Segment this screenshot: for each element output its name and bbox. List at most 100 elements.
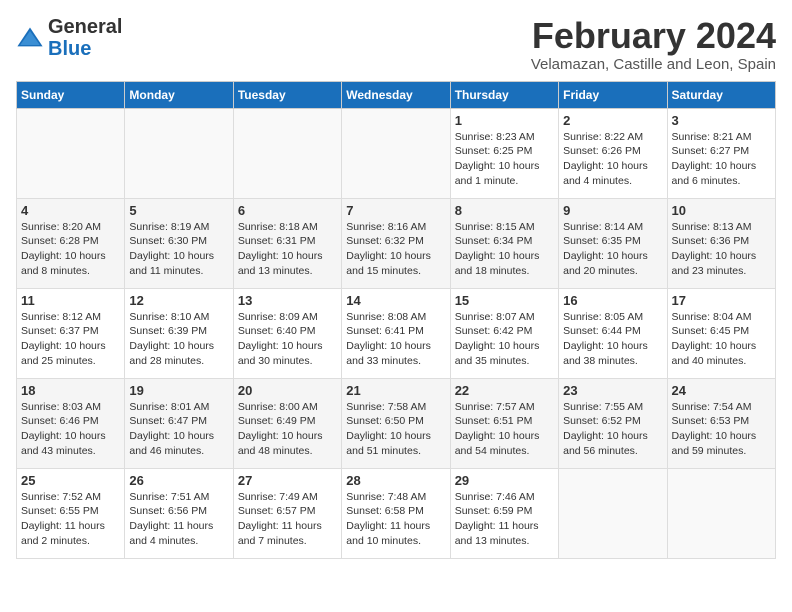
day-number: 10 [672,203,771,218]
day-info: Sunrise: 8:03 AM Sunset: 6:46 PM Dayligh… [21,400,120,459]
logo-icon [16,24,44,52]
day-info: Sunrise: 7:46 AM Sunset: 6:59 PM Dayligh… [455,490,554,549]
day-number: 16 [563,293,662,308]
day-info: Sunrise: 8:10 AM Sunset: 6:39 PM Dayligh… [129,310,228,369]
day-info: Sunrise: 7:52 AM Sunset: 6:55 PM Dayligh… [21,490,120,549]
calendar-cell: 10 Sunrise: 8:13 AM Sunset: 6:36 PM Dayli… [667,198,775,288]
calendar-cell: 5 Sunrise: 8:19 AM Sunset: 6:30 PM Daylig… [125,198,233,288]
calendar-cell: 22Sunrise: 7:57 AM Sunset: 6:51 PM Dayli… [450,378,558,468]
calendar-cell: 3 Sunrise: 8:21 AM Sunset: 6:27 PM Daylig… [667,108,775,198]
calendar-cell: 24 Sunrise: 7:54 AM Sunset: 6:53 PM Dayli… [667,378,775,468]
day-info: Sunrise: 7:55 AM Sunset: 6:52 PM Dayligh… [563,400,662,459]
day-info: Sunrise: 8:08 AM Sunset: 6:41 PM Dayligh… [346,310,445,369]
day-number: 9 [563,203,662,218]
weekday-header-wednesday: Wednesday [342,81,450,108]
day-info: Sunrise: 8:20 AM Sunset: 6:28 PM Dayligh… [21,220,120,279]
calendar-cell: 25 Sunrise: 7:52 AM Sunset: 6:55 PM Dayli… [17,468,125,558]
calendar-cell: 6 Sunrise: 8:18 AM Sunset: 6:31 PM Daylig… [233,198,341,288]
day-number: 26 [129,473,228,488]
day-info: Sunrise: 8:15 AM Sunset: 6:34 PM Dayligh… [455,220,554,279]
calendar-cell [667,468,775,558]
day-number: 27 [238,473,337,488]
day-info: Sunrise: 8:23 AM Sunset: 6:25 PM Dayligh… [455,130,554,189]
weekday-header-tuesday: Tuesday [233,81,341,108]
day-number: 15 [455,293,554,308]
calendar-cell: 23 Sunrise: 7:55 AM Sunset: 6:52 PM Dayli… [559,378,667,468]
calendar-cell: 14Sunrise: 8:08 AM Sunset: 6:41 PM Dayli… [342,288,450,378]
day-number: 17 [672,293,771,308]
calendar-cell [559,468,667,558]
calendar-cell: 19 Sunrise: 8:01 AM Sunset: 6:47 PM Dayli… [125,378,233,468]
day-number: 20 [238,383,337,398]
day-info: Sunrise: 8:21 AM Sunset: 6:27 PM Dayligh… [672,130,771,189]
day-info: Sunrise: 7:51 AM Sunset: 6:56 PM Dayligh… [129,490,228,549]
day-info: Sunrise: 8:07 AM Sunset: 6:42 PM Dayligh… [455,310,554,369]
calendar-cell: 1 Sunrise: 8:23 AM Sunset: 6:25 PM Daylig… [450,108,558,198]
day-number: 3 [672,113,771,128]
day-info: Sunrise: 8:04 AM Sunset: 6:45 PM Dayligh… [672,310,771,369]
calendar-cell: 26 Sunrise: 7:51 AM Sunset: 6:56 PM Dayli… [125,468,233,558]
calendar-cell: 18Sunrise: 8:03 AM Sunset: 6:46 PM Dayli… [17,378,125,468]
week-row-2: 4 Sunrise: 8:20 AM Sunset: 6:28 PM Daylig… [17,198,776,288]
logo: General Blue [16,16,122,60]
calendar-cell: 11 Sunrise: 8:12 AM Sunset: 6:37 PM Dayli… [17,288,125,378]
day-info: Sunrise: 7:58 AM Sunset: 6:50 PM Dayligh… [346,400,445,459]
week-row-4: 18Sunrise: 8:03 AM Sunset: 6:46 PM Dayli… [17,378,776,468]
day-info: Sunrise: 7:49 AM Sunset: 6:57 PM Dayligh… [238,490,337,549]
day-number: 22 [455,383,554,398]
day-info: Sunrise: 8:18 AM Sunset: 6:31 PM Dayligh… [238,220,337,279]
calendar-table: SundayMondayTuesdayWednesdayThursdayFrid… [16,81,776,559]
calendar-cell [342,108,450,198]
week-row-5: 25 Sunrise: 7:52 AM Sunset: 6:55 PM Dayli… [17,468,776,558]
weekday-header-row: SundayMondayTuesdayWednesdayThursdayFrid… [17,81,776,108]
day-number: 11 [21,293,120,308]
day-number: 13 [238,293,337,308]
day-info: Sunrise: 8:14 AM Sunset: 6:35 PM Dayligh… [563,220,662,279]
calendar-cell: 12 Sunrise: 8:10 AM Sunset: 6:39 PM Dayli… [125,288,233,378]
calendar-cell: 17 Sunrise: 8:04 AM Sunset: 6:45 PM Dayli… [667,288,775,378]
calendar-cell: 15 Sunrise: 8:07 AM Sunset: 6:42 PM Dayli… [450,288,558,378]
calendar-cell [125,108,233,198]
day-info: Sunrise: 7:48 AM Sunset: 6:58 PM Dayligh… [346,490,445,549]
day-number: 8 [455,203,554,218]
day-number: 5 [129,203,228,218]
day-number: 12 [129,293,228,308]
day-number: 23 [563,383,662,398]
month-title: February 2024 [531,16,776,56]
day-number: 2 [563,113,662,128]
day-info: Sunrise: 8:22 AM Sunset: 6:26 PM Dayligh… [563,130,662,189]
week-row-1: 1 Sunrise: 8:23 AM Sunset: 6:25 PM Daylig… [17,108,776,198]
calendar-cell: 16Sunrise: 8:05 AM Sunset: 6:44 PM Dayli… [559,288,667,378]
day-number: 25 [21,473,120,488]
calendar-cell: 8 Sunrise: 8:15 AM Sunset: 6:34 PM Daylig… [450,198,558,288]
calendar-cell: 2 Sunrise: 8:22 AM Sunset: 6:26 PM Daylig… [559,108,667,198]
calendar-cell: 13 Sunrise: 8:09 AM Sunset: 6:40 PM Dayli… [233,288,341,378]
day-info: Sunrise: 8:00 AM Sunset: 6:49 PM Dayligh… [238,400,337,459]
calendar-cell: 7Sunrise: 8:16 AM Sunset: 6:32 PM Daylig… [342,198,450,288]
calendar-cell: 27 Sunrise: 7:49 AM Sunset: 6:57 PM Dayli… [233,468,341,558]
calendar-cell: 9 Sunrise: 8:14 AM Sunset: 6:35 PM Daylig… [559,198,667,288]
day-number: 4 [21,203,120,218]
calendar-cell: 29 Sunrise: 7:46 AM Sunset: 6:59 PM Dayli… [450,468,558,558]
day-info: Sunrise: 8:12 AM Sunset: 6:37 PM Dayligh… [21,310,120,369]
header: General Blue February 2024 Velamazan, Ca… [16,16,776,73]
day-number: 28 [346,473,445,488]
day-number: 29 [455,473,554,488]
day-info: Sunrise: 7:54 AM Sunset: 6:53 PM Dayligh… [672,400,771,459]
day-info: Sunrise: 8:09 AM Sunset: 6:40 PM Dayligh… [238,310,337,369]
day-info: Sunrise: 8:13 AM Sunset: 6:36 PM Dayligh… [672,220,771,279]
weekday-header-friday: Friday [559,81,667,108]
calendar-cell [233,108,341,198]
calendar-cell [17,108,125,198]
day-number: 1 [455,113,554,128]
day-number: 24 [672,383,771,398]
day-info: Sunrise: 8:19 AM Sunset: 6:30 PM Dayligh… [129,220,228,279]
location-title: Velamazan, Castille and Leon, Spain [531,56,776,73]
day-info: Sunrise: 8:01 AM Sunset: 6:47 PM Dayligh… [129,400,228,459]
day-number: 19 [129,383,228,398]
day-number: 6 [238,203,337,218]
calendar-cell: 21Sunrise: 7:58 AM Sunset: 6:50 PM Dayli… [342,378,450,468]
calendar-cell: 4 Sunrise: 8:20 AM Sunset: 6:28 PM Daylig… [17,198,125,288]
day-info: Sunrise: 8:16 AM Sunset: 6:32 PM Dayligh… [346,220,445,279]
week-row-3: 11 Sunrise: 8:12 AM Sunset: 6:37 PM Dayli… [17,288,776,378]
